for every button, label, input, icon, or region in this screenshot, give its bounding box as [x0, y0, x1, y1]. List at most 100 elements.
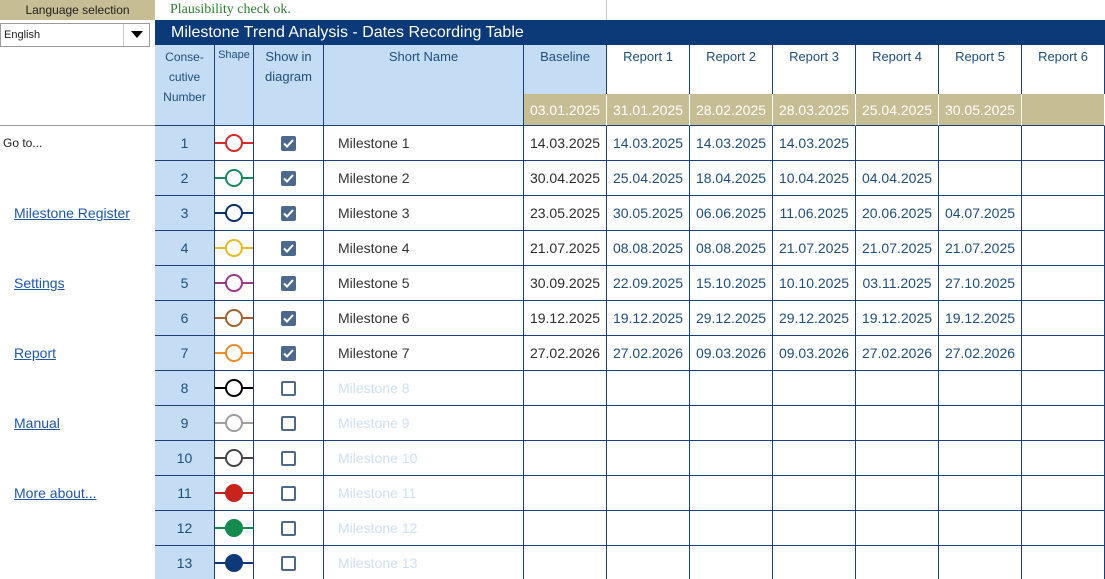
date-cell[interactable]: 19.12.2025	[607, 301, 690, 336]
show-in-diagram-checkbox[interactable]	[281, 205, 296, 221]
date-cell[interactable]	[524, 371, 607, 406]
date-cell[interactable]: 21.07.2025	[856, 231, 939, 266]
date-cell[interactable]: 30.04.2025	[524, 161, 607, 196]
link-manual[interactable]: Manual	[14, 415, 60, 431]
date-cell[interactable]	[856, 126, 939, 161]
show-in-diagram-checkbox[interactable]	[281, 310, 296, 326]
date-cell[interactable]: 30.05.2025	[607, 196, 690, 231]
link-milestone-register[interactable]: Milestone Register	[14, 205, 130, 221]
date-cell[interactable]	[939, 546, 1022, 579]
report-date-2[interactable]: 28.02.2025	[690, 94, 773, 126]
date-cell[interactable]: 27.02.2026	[524, 336, 607, 371]
date-cell[interactable]	[856, 371, 939, 406]
show-in-diagram-checkbox[interactable]	[281, 275, 296, 291]
date-cell[interactable]: 08.08.2025	[607, 231, 690, 266]
date-cell[interactable]: 27.02.2026	[939, 336, 1022, 371]
date-cell[interactable]	[690, 371, 773, 406]
date-cell[interactable]: 14.03.2025	[773, 126, 856, 161]
show-in-diagram-checkbox[interactable]	[281, 555, 296, 571]
date-cell[interactable]	[1022, 441, 1105, 476]
date-cell[interactable]	[607, 511, 690, 546]
date-cell[interactable]	[939, 161, 1022, 196]
show-in-diagram-checkbox[interactable]	[281, 345, 296, 361]
date-cell[interactable]	[1022, 371, 1105, 406]
short-name-cell[interactable]: Milestone 5	[324, 266, 524, 301]
short-name-cell[interactable]: Milestone 10	[324, 441, 524, 476]
link-settings[interactable]: Settings	[14, 275, 65, 291]
date-cell[interactable]	[524, 476, 607, 511]
link-more-about[interactable]: More about...	[14, 485, 97, 501]
short-name-cell[interactable]: Milestone 7	[324, 336, 524, 371]
date-cell[interactable]	[856, 476, 939, 511]
show-in-diagram-checkbox[interactable]	[281, 450, 296, 466]
date-cell[interactable]: 25.04.2025	[607, 161, 690, 196]
show-in-diagram-checkbox[interactable]	[281, 135, 296, 151]
date-cell[interactable]: 10.04.2025	[773, 161, 856, 196]
date-cell[interactable]	[856, 546, 939, 579]
date-cell[interactable]	[1022, 196, 1105, 231]
date-cell[interactable]: 23.05.2025	[524, 196, 607, 231]
date-cell[interactable]	[607, 406, 690, 441]
date-cell[interactable]	[690, 441, 773, 476]
date-cell[interactable]: 22.09.2025	[607, 266, 690, 301]
dropdown-arrow-icon[interactable]	[123, 24, 149, 46]
date-cell[interactable]	[939, 476, 1022, 511]
short-name-cell[interactable]: Milestone 13	[324, 546, 524, 579]
link-report[interactable]: Report	[14, 345, 56, 361]
report-date-5[interactable]: 30.05.2025	[939, 94, 1022, 126]
show-in-diagram-checkbox[interactable]	[281, 240, 296, 256]
short-name-cell[interactable]: Milestone 6	[324, 301, 524, 336]
date-cell[interactable]	[856, 406, 939, 441]
date-cell[interactable]: 21.07.2025	[939, 231, 1022, 266]
date-cell[interactable]	[773, 371, 856, 406]
date-cell[interactable]	[1022, 546, 1105, 579]
date-cell[interactable]: 14.03.2025	[524, 126, 607, 161]
date-cell[interactable]	[607, 441, 690, 476]
date-cell[interactable]	[939, 441, 1022, 476]
language-dropdown[interactable]: English	[0, 23, 150, 47]
date-cell[interactable]	[1022, 126, 1105, 161]
date-cell[interactable]	[939, 406, 1022, 441]
date-cell[interactable]: 08.08.2025	[690, 231, 773, 266]
date-cell[interactable]: 20.06.2025	[856, 196, 939, 231]
date-cell[interactable]	[607, 371, 690, 406]
short-name-cell[interactable]: Milestone 8	[324, 371, 524, 406]
date-cell[interactable]	[607, 476, 690, 511]
date-cell[interactable]: 18.04.2025	[690, 161, 773, 196]
short-name-cell[interactable]: Milestone 2	[324, 161, 524, 196]
report-date-0[interactable]: 03.01.2025	[524, 94, 607, 126]
date-cell[interactable]	[1022, 406, 1105, 441]
date-cell[interactable]	[773, 406, 856, 441]
date-cell[interactable]: 04.07.2025	[939, 196, 1022, 231]
date-cell[interactable]: 27.02.2026	[607, 336, 690, 371]
date-cell[interactable]	[1022, 266, 1105, 301]
report-date-4[interactable]: 25.04.2025	[856, 94, 939, 126]
show-in-diagram-checkbox[interactable]	[281, 170, 296, 186]
date-cell[interactable]	[939, 511, 1022, 546]
date-cell[interactable]: 29.12.2025	[773, 301, 856, 336]
date-cell[interactable]	[856, 511, 939, 546]
show-in-diagram-checkbox[interactable]	[281, 520, 296, 536]
date-cell[interactable]	[1022, 301, 1105, 336]
date-cell[interactable]	[1022, 511, 1105, 546]
short-name-cell[interactable]: Milestone 12	[324, 511, 524, 546]
date-cell[interactable]: 09.03.2026	[690, 336, 773, 371]
date-cell[interactable]	[773, 546, 856, 579]
date-cell[interactable]	[690, 546, 773, 579]
date-cell[interactable]: 06.06.2025	[690, 196, 773, 231]
date-cell[interactable]: 29.12.2025	[690, 301, 773, 336]
date-cell[interactable]	[690, 476, 773, 511]
date-cell[interactable]	[1022, 161, 1105, 196]
report-date-1[interactable]: 31.01.2025	[607, 94, 690, 126]
date-cell[interactable]	[939, 126, 1022, 161]
short-name-cell[interactable]: Milestone 1	[324, 126, 524, 161]
date-cell[interactable]: 10.10.2025	[773, 266, 856, 301]
date-cell[interactable]: 19.12.2025	[524, 301, 607, 336]
date-cell[interactable]	[524, 511, 607, 546]
date-cell[interactable]	[524, 441, 607, 476]
date-cell[interactable]	[690, 511, 773, 546]
date-cell[interactable]: 09.03.2026	[773, 336, 856, 371]
date-cell[interactable]	[1022, 476, 1105, 511]
date-cell[interactable]	[939, 371, 1022, 406]
date-cell[interactable]	[607, 546, 690, 579]
